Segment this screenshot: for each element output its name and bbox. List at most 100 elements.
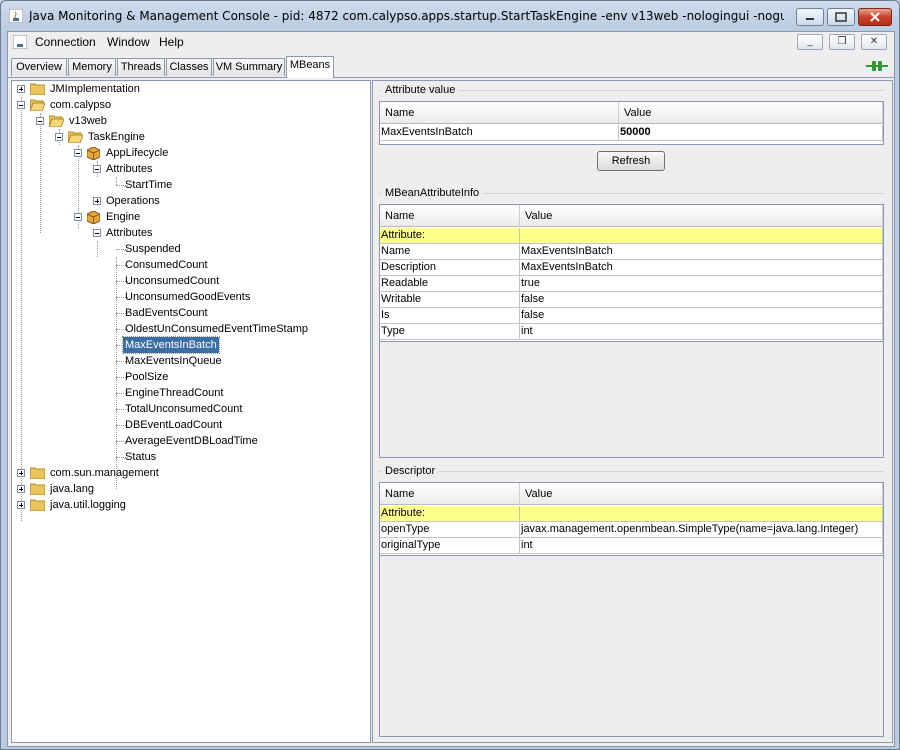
tree-node-v13web[interactable]: v13web bbox=[12, 113, 368, 129]
java-app-icon bbox=[9, 9, 23, 23]
table-cell-name[interactable]: Attribute: bbox=[380, 228, 520, 244]
tree-node-suspended[interactable]: Suspended bbox=[12, 241, 368, 257]
tree-node-attributes[interactable]: Attributes bbox=[12, 161, 368, 177]
column-header-value[interactable]: Value bbox=[520, 205, 883, 227]
tree-node-operations[interactable]: Operations bbox=[12, 193, 368, 209]
tree-node-oldestunconsumedeventtimestamp[interactable]: OldestUnConsumedEventTimeStamp bbox=[12, 321, 368, 337]
tree-node-applifecycle[interactable]: AppLifecycle bbox=[12, 145, 368, 161]
tab-vm-summary[interactable]: VM Summary bbox=[213, 58, 285, 76]
internal-restore-button[interactable]: ❐ bbox=[829, 34, 855, 50]
tree-node-com-sun-management[interactable]: com.sun.management bbox=[12, 465, 368, 481]
internal-close-button[interactable]: ✕ bbox=[861, 34, 887, 50]
tree-node-enginethreadcount[interactable]: EngineThreadCount bbox=[12, 385, 368, 401]
tree-node-badeventscount[interactable]: BadEventsCount bbox=[12, 305, 368, 321]
table-cell-name[interactable]: originalType bbox=[380, 538, 520, 554]
tree-label: Status bbox=[125, 451, 157, 463]
table-cell-name[interactable]: Readable bbox=[380, 276, 520, 292]
tree-node-unconsumedcount[interactable]: UnconsumedCount bbox=[12, 273, 368, 289]
tab-overview[interactable]: Overview bbox=[11, 58, 67, 76]
descriptor-table[interactable]: Name Value Attribute: openType javax.man… bbox=[379, 482, 884, 556]
column-header-value[interactable]: Value bbox=[520, 483, 883, 505]
table-cell-name[interactable]: Attribute: bbox=[380, 506, 520, 522]
column-header-value[interactable]: Value bbox=[619, 102, 883, 124]
tree-node-maxeventsinqueue[interactable]: MaxEventsInQueue bbox=[12, 353, 368, 369]
table-cell-value[interactable]: MaxEventsInBatch bbox=[520, 260, 883, 276]
tab-memory[interactable]: Memory bbox=[68, 58, 116, 76]
table-cell-value[interactable] bbox=[520, 228, 883, 244]
menu-connection[interactable]: Connection bbox=[35, 35, 96, 49]
collapse-icon[interactable] bbox=[93, 229, 101, 237]
tree-label: AverageEventDBLoadTime bbox=[125, 435, 258, 447]
title-bar[interactable]: Java Monitoring & Management Console - p… bbox=[1, 1, 899, 31]
collapse-icon[interactable] bbox=[17, 101, 25, 109]
maximize-button[interactable] bbox=[827, 8, 855, 26]
tree-node-unconsumedgoodevents[interactable]: UnconsumedGoodEvents bbox=[12, 289, 368, 305]
tree-node-dbeventloadcount[interactable]: DBEventLoadCount bbox=[12, 417, 368, 433]
column-header-name[interactable]: Name bbox=[380, 483, 520, 505]
tab-threads[interactable]: Threads bbox=[117, 58, 165, 76]
descriptor-scroll-area[interactable]: Name Value Attribute: openType javax.man… bbox=[379, 482, 884, 737]
expand-icon[interactable] bbox=[17, 85, 25, 93]
mbean-detail-panel: Attribute value Name Value MaxEventsInBa… bbox=[372, 80, 893, 743]
tree-node-java-lang[interactable]: java.lang bbox=[12, 481, 368, 497]
table-cell-name[interactable]: openType bbox=[380, 522, 520, 538]
menu-window[interactable]: Window bbox=[107, 35, 150, 49]
tree-node-java-util-logging[interactable]: java.util.logging bbox=[12, 497, 368, 513]
connection-status-icon[interactable] bbox=[866, 60, 888, 72]
refresh-button[interactable]: Refresh bbox=[597, 151, 665, 171]
expand-icon[interactable] bbox=[17, 501, 25, 509]
attribute-info-scroll-area[interactable]: Name Value Attribute: Name MaxEventsInBa… bbox=[379, 204, 884, 458]
tree-node-maxeventsinbatch[interactable]: MaxEventsInBatch bbox=[12, 336, 368, 354]
attribute-value-table[interactable]: Name Value MaxEventsInBatch 50000 bbox=[379, 101, 884, 145]
group-title: Attribute value bbox=[382, 84, 459, 96]
collapse-icon[interactable] bbox=[55, 133, 63, 141]
tree-node-averageeventdbloadtime[interactable]: AverageEventDBLoadTime bbox=[12, 433, 368, 449]
table-cell-value[interactable]: MaxEventsInBatch bbox=[520, 244, 883, 260]
collapse-icon[interactable] bbox=[74, 213, 82, 221]
table-cell-value[interactable]: true bbox=[520, 276, 883, 292]
java-app-icon bbox=[13, 35, 27, 49]
collapse-icon[interactable] bbox=[36, 117, 44, 125]
table-cell-value[interactable]: javax.management.openmbean.SimpleType(na… bbox=[520, 522, 883, 538]
attribute-info-table[interactable]: Name Value Attribute: Name MaxEventsInBa… bbox=[379, 204, 884, 342]
tree-node-consumedcount[interactable]: ConsumedCount bbox=[12, 257, 368, 273]
table-cell-value[interactable]: int bbox=[520, 538, 883, 554]
menu-help[interactable]: Help bbox=[159, 35, 184, 49]
tree-node-attributes[interactable]: Attributes bbox=[12, 225, 368, 241]
expand-icon[interactable] bbox=[17, 485, 25, 493]
close-button[interactable] bbox=[858, 8, 892, 26]
folder-open-icon bbox=[30, 99, 45, 111]
tree-node-status[interactable]: Status bbox=[12, 449, 368, 465]
table-cell-value[interactable]: false bbox=[520, 308, 883, 324]
expand-icon[interactable] bbox=[93, 197, 101, 205]
table-cell-name[interactable]: Description bbox=[380, 260, 520, 276]
table-cell-value[interactable] bbox=[520, 506, 883, 522]
tree-node-engine[interactable]: Engine bbox=[12, 209, 368, 225]
tree-node-taskengine[interactable]: TaskEngine bbox=[12, 129, 368, 145]
tree-node-com-calypso[interactable]: com.calypso bbox=[12, 97, 368, 113]
collapse-icon[interactable] bbox=[74, 149, 82, 157]
table-cell-value[interactable]: 50000 bbox=[619, 125, 883, 141]
tab-mbeans[interactable]: MBeans bbox=[286, 56, 334, 78]
tab-classes[interactable]: Classes bbox=[166, 58, 212, 76]
column-header-name[interactable]: Name bbox=[380, 205, 520, 227]
tree-node-starttime[interactable]: StartTime bbox=[12, 177, 368, 193]
table-cell-name[interactable]: Type bbox=[380, 324, 520, 340]
table-cell-name[interactable]: Name bbox=[380, 244, 520, 260]
mbean-tree[interactable]: JMImplementation com.calypso v13web Task… bbox=[11, 80, 371, 743]
table-cell-value[interactable]: false bbox=[520, 292, 883, 308]
tree-label: UnconsumedCount bbox=[125, 275, 220, 287]
close-icon bbox=[870, 12, 880, 22]
table-cell-name[interactable]: Writable bbox=[380, 292, 520, 308]
table-cell-name[interactable]: MaxEventsInBatch bbox=[380, 125, 619, 141]
tree-node-jmimplementation[interactable]: JMImplementation bbox=[12, 81, 368, 97]
table-cell-value[interactable]: int bbox=[520, 324, 883, 340]
tree-node-totalunconsumedcount[interactable]: TotalUnconsumedCount bbox=[12, 401, 368, 417]
table-cell-name[interactable]: Is bbox=[380, 308, 520, 324]
expand-icon[interactable] bbox=[17, 469, 25, 477]
minimize-button[interactable] bbox=[796, 8, 824, 26]
collapse-icon[interactable] bbox=[93, 165, 101, 173]
column-header-name[interactable]: Name bbox=[380, 102, 619, 124]
internal-minimize-button[interactable]: _ bbox=[797, 34, 823, 50]
tree-node-poolsize[interactable]: PoolSize bbox=[12, 369, 368, 385]
